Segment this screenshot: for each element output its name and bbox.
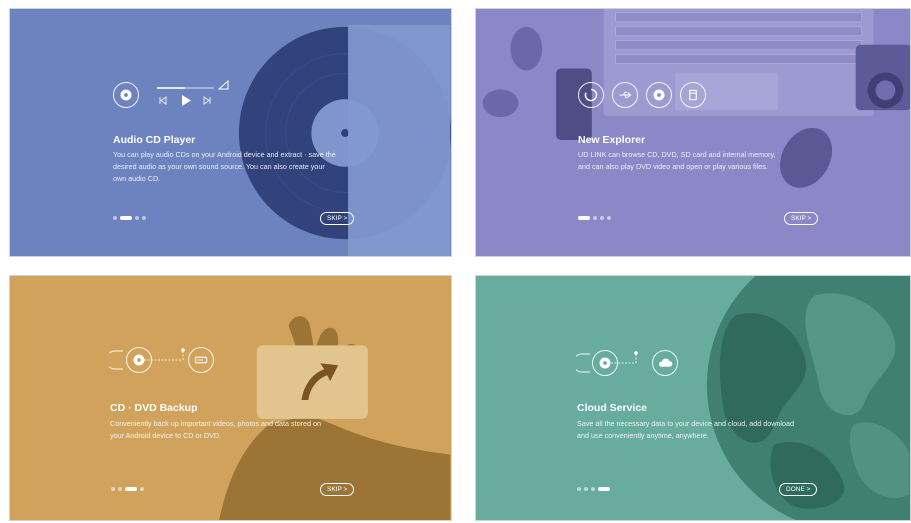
- description-line: and use conveniently anytime, anywhere.: [577, 431, 709, 440]
- next-icon[interactable]: [203, 96, 212, 105]
- cd-icon: [592, 350, 618, 376]
- page-dot[interactable]: [591, 487, 595, 491]
- pagination-dots: [578, 216, 611, 220]
- volume-icon[interactable]: [218, 79, 230, 91]
- page-dot-active[interactable]: [598, 487, 610, 491]
- page-dot[interactable]: [111, 487, 115, 491]
- page-dot[interactable]: [607, 216, 611, 220]
- cloud-service-card: Cloud Service Save all the necessary dat…: [475, 275, 911, 521]
- description-line: your Android device to CD or DVD.: [110, 431, 222, 440]
- panel-description: UD LINK can browse CD, DVD, SD card and …: [578, 149, 776, 173]
- page-dot-active[interactable]: [578, 216, 590, 220]
- page-dot[interactable]: [577, 487, 581, 491]
- play-icon[interactable]: [180, 94, 192, 107]
- cd-icon: [113, 82, 139, 108]
- usb-icon[interactable]: [612, 82, 638, 108]
- desk-illustration: [482, 9, 910, 188]
- sd-card-icon[interactable]: [680, 82, 706, 108]
- description-line: and can also play DVD video and open or …: [578, 162, 768, 171]
- description-line: desired audio as your own sound source. …: [113, 162, 325, 171]
- page-dot[interactable]: [584, 487, 588, 491]
- audio-cd-player-card: Audio CD Player You can play audio CDs o…: [9, 8, 452, 257]
- pagination-dots: [577, 487, 610, 491]
- skip-button[interactable]: SKIP >: [320, 483, 355, 496]
- skip-button[interactable]: SKIP >: [320, 212, 355, 225]
- page-dot-active[interactable]: [120, 216, 132, 220]
- panel-description: Save all the necessary data to your devi…: [577, 418, 794, 442]
- vinyl-record-illustration: [238, 24, 451, 256]
- panel-description: Conveniently back up important videos, p…: [110, 418, 321, 442]
- new-explorer-card: New Explorer UD LINK can browse CD, DVD,…: [475, 8, 911, 257]
- playback-progress-bar: [157, 87, 214, 89]
- page-dot-active[interactable]: [125, 487, 137, 491]
- panel-title: Cloud Service: [577, 402, 648, 414]
- panel-title: Audio CD Player: [113, 134, 196, 146]
- cd-dvd-backup-card: CD · DVD Backup Conveniently back up imp…: [9, 275, 452, 521]
- previous-icon[interactable]: [158, 96, 167, 105]
- panel-title: New Explorer: [578, 134, 646, 146]
- hand-holding-card-illustration: [219, 316, 451, 520]
- drive-icon: [188, 347, 214, 373]
- description-line: own audio CD.: [113, 174, 161, 183]
- page-dot[interactable]: [600, 216, 604, 220]
- page-dot[interactable]: [135, 216, 139, 220]
- loading-icon[interactable]: [578, 82, 604, 108]
- page-dot[interactable]: [113, 216, 117, 220]
- pagination-dots: [113, 216, 146, 220]
- panel-description: You can play audio CDs on your Android d…: [113, 149, 336, 185]
- page-dot[interactable]: [140, 487, 144, 491]
- earth-globe-illustration: [706, 276, 910, 520]
- cloud-icon: [652, 350, 678, 376]
- done-button[interactable]: DONE >: [779, 483, 818, 496]
- cd-icon: [126, 347, 152, 373]
- pagination-dots: [111, 487, 144, 491]
- description-line: Save all the necessary data to your devi…: [577, 419, 794, 428]
- panel-title: CD · DVD Backup: [110, 402, 198, 414]
- page-dot[interactable]: [593, 216, 597, 220]
- description-line: Conveniently back up important videos, p…: [110, 419, 321, 428]
- skip-button[interactable]: SKIP >: [784, 212, 819, 225]
- page-dot[interactable]: [118, 487, 122, 491]
- page-dot[interactable]: [142, 216, 146, 220]
- description-line: You can play audio CDs on your Android d…: [113, 150, 336, 159]
- cd-icon[interactable]: [646, 82, 672, 108]
- description-line: UD LINK can browse CD, DVD, SD card and …: [578, 150, 776, 159]
